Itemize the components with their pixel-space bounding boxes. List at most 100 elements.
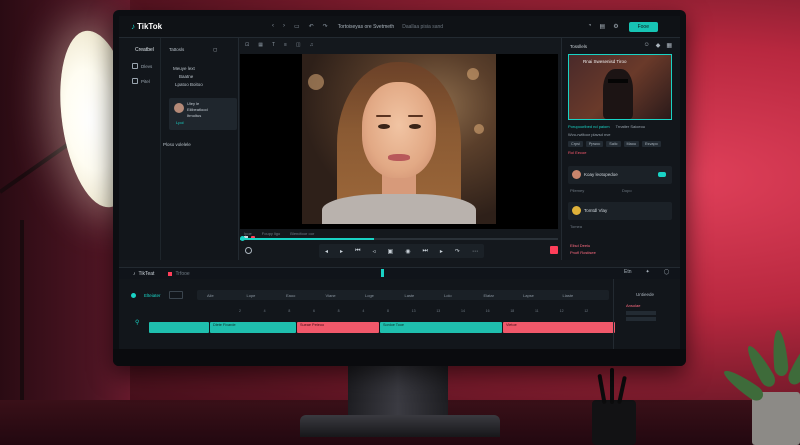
ruler-label: Lolo <box>444 293 452 298</box>
scrub-start-handle[interactable] <box>240 236 245 241</box>
monitor: ♪ TikTok ‹ › ▭ ↶ ↷ Tortoiseyas ore Svetm… <box>113 10 686 366</box>
left-nav-item-2[interactable]: Pitel <box>132 78 150 84</box>
grid-small-icon[interactable]: ▦ <box>666 42 672 49</box>
settings-circle-icon[interactable]: ◯ <box>664 269 670 275</box>
track-icon: ⚲ <box>135 320 140 326</box>
tag-icon[interactable]: ◆ <box>656 42 661 49</box>
subject-shoulders <box>322 194 476 224</box>
timeline-side-panel: Untieede Ansolae <box>613 279 680 349</box>
template-thumbnail[interactable]: Rnai Swesenisd Tiroo <box>568 54 672 120</box>
timeline-header-right: Etn ✦ ◯ <box>624 269 670 275</box>
avatar <box>572 170 581 179</box>
top-right-icons: ◔ ▤ ⚙ <box>588 23 619 30</box>
undo-icon[interactable]: ↶ <box>309 23 314 30</box>
subject-face <box>362 82 436 178</box>
notification-icon[interactable]: ◔ <box>588 23 592 30</box>
avatar <box>174 103 184 113</box>
fast-forward-icon[interactable]: ⏭ <box>422 248 427 255</box>
video-preview[interactable] <box>240 54 558 240</box>
rewind-icon[interactable]: ◃ <box>372 248 375 255</box>
left-panel-heading: Creatbel <box>135 47 154 53</box>
left-option-2[interactable]: Baatne <box>179 74 193 79</box>
ruler-label: Eaoo <box>286 293 296 298</box>
redo-icon[interactable]: ↷ <box>323 23 328 30</box>
lock-icon[interactable]: ▢ <box>213 47 217 53</box>
square-icon <box>132 63 138 69</box>
check-icon <box>132 78 138 84</box>
forward-icon[interactable]: › <box>283 23 285 30</box>
ruler-label: Lope <box>246 293 256 298</box>
tick-label: 8 <box>337 309 340 313</box>
timeline-left-controls: Elteiater <box>131 291 183 299</box>
toggle[interactable] <box>658 172 666 177</box>
redo-small-icon[interactable]: ↷ <box>455 248 460 255</box>
timeline-clip[interactable]: Vietoe <box>503 322 615 333</box>
file-icon[interactable]: ▭ <box>294 23 300 30</box>
app-logo: ♪ TikTok <box>131 22 163 31</box>
frame-icon[interactable]: ▣ <box>388 248 394 255</box>
tiktok-note-icon: ♪ <box>131 22 135 31</box>
tab-tiktok[interactable]: ♪ TikTeat <box>133 271 154 277</box>
right-panel-heading: Tossllels <box>570 44 588 49</box>
timeline-clip[interactable]: Dlete Fivarde <box>210 322 296 333</box>
timeline-clip[interactable]: Sueae Peteoo <box>297 322 379 333</box>
left-nav-item-1[interactable]: Dlevs <box>132 63 152 69</box>
right-line-3: Rol Eecoe <box>568 150 587 155</box>
grid-icon[interactable]: ▦ <box>258 42 263 48</box>
timeline-clip[interactable] <box>149 322 209 333</box>
right-line-2: Wvo-rwiltoor plavsd nve <box>568 132 611 137</box>
ruler-label: Lapse <box>523 293 534 298</box>
sticker-icon[interactable]: ◫ <box>296 42 301 48</box>
document-icon[interactable]: ▤ <box>600 23 606 30</box>
left-panel: Creatbel Tattosls ▢ Dlevs Pitel Meuye le… <box>119 38 239 260</box>
track-toggle-icon[interactable] <box>131 292 136 298</box>
left-nav <box>119 38 161 260</box>
scrub-bar[interactable] <box>240 236 558 241</box>
effect-card-2[interactable]: Tomtdl Vlay <box>568 202 672 220</box>
magic-icon[interactable]: ✦ <box>646 269 650 275</box>
person-icon[interactable]: ☺ <box>644 42 650 49</box>
left-footer[interactable]: Ploso volelele <box>163 142 191 147</box>
tab-secondary[interactable]: Trfooe <box>168 271 190 277</box>
timeline-ruler[interactable]: Aile Lope Eaoo Viane Loge Laste Lolo Elatar Laps… <box>197 290 609 300</box>
lock-box-icon[interactable] <box>168 291 183 299</box>
left-option-3[interactable]: Lpatoo Boitoo <box>175 82 203 87</box>
video-frame <box>302 54 496 224</box>
export-button[interactable]: Fooe <box>628 21 658 32</box>
layers-icon[interactable]: ≡ <box>284 42 287 48</box>
ruler-label: Aile <box>207 293 214 298</box>
settings-icon[interactable]: ⚙ <box>613 23 618 30</box>
back-icon[interactable]: ‹ <box>272 23 274 30</box>
media-tag: Lpol <box>176 120 184 125</box>
red-stop-button[interactable] <box>550 246 558 254</box>
effect-card-1[interactable]: Koay leotopedoe <box>568 166 672 184</box>
skip-back-icon[interactable]: ⏮ <box>355 248 360 255</box>
left-tab-label[interactable]: Tattosls <box>169 47 184 52</box>
pencil-cup <box>592 368 636 445</box>
playhead-marker[interactable] <box>381 269 384 277</box>
audio-icon[interactable]: ♫ <box>310 42 314 48</box>
left-option-1[interactable]: Meuye lext <box>173 66 195 71</box>
tick-label: 6 <box>313 309 315 313</box>
right-line-1: Porupoorlbed nd paiom Trnatler Saioeou <box>568 124 646 129</box>
play-icon[interactable]: ▸ <box>340 248 343 255</box>
chip-row: Crpsi Ppwoc Saiic Maou Esvapo <box>568 141 661 147</box>
next-icon[interactable]: ▸ <box>440 248 443 255</box>
ruler-label: Elatar <box>483 293 494 298</box>
loop-icon[interactable]: ◉ <box>405 248 410 255</box>
tick-row: 2 4 8 6 8 4 8 13 13 14 16 18 11 12 12 <box>149 309 609 317</box>
crop-icon[interactable]: ⊡ <box>245 42 249 48</box>
tick-label: 12 <box>584 309 589 313</box>
circle-button[interactable] <box>245 247 252 254</box>
media-card[interactable]: Uley le Eilibeatlood Itrnoltus Lpol <box>169 98 237 130</box>
ruler-label: Viane <box>325 293 336 298</box>
tick-label: 8 <box>387 309 389 313</box>
timeline: Elteiater Aile Lope Eaoo Viane Loge Laste Lolo… <box>119 279 680 349</box>
playback-controls: ◂ ▸ ⏮ ◃ ▣ ◉ ⏭ ▸ ↷ ⋯ <box>319 244 484 258</box>
timeline-clip[interactable]: Sonloe Tooe <box>380 322 502 333</box>
prev-icon[interactable]: ◂ <box>325 248 328 255</box>
more-icon[interactable]: ⋯ <box>472 248 478 255</box>
editor-screen: ♪ TikTok ‹ › ▭ ↶ ↷ Tortoiseyas ore Svetm… <box>119 16 680 349</box>
timeline-header: ♪ TikTeat Trfooe <box>119 267 680 279</box>
text-icon[interactable]: T <box>272 42 275 48</box>
